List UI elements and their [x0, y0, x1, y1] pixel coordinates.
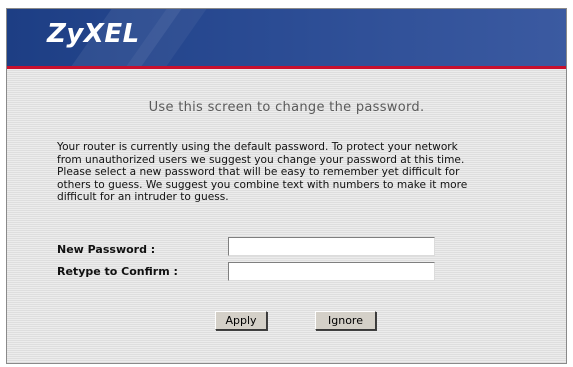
password-change-window: ZyXEL Use this screen to change the pass…	[6, 8, 567, 364]
confirm-password-label: Retype to Confirm :	[57, 265, 178, 278]
ignore-button[interactable]: Ignore	[315, 311, 376, 330]
page-title: Use this screen to change the password.	[148, 100, 425, 115]
content-area: Use this screen to change the password. …	[7, 69, 566, 363]
new-password-label: New Password :	[57, 243, 156, 256]
confirm-password-input[interactable]	[228, 262, 435, 281]
apply-button[interactable]: Apply	[215, 311, 267, 330]
new-password-input[interactable]	[228, 237, 435, 256]
header-banner: ZyXEL	[7, 9, 566, 66]
zyxel-logo: ZyXEL	[47, 19, 140, 49]
description-text: Your router is currently using the defau…	[57, 141, 468, 203]
